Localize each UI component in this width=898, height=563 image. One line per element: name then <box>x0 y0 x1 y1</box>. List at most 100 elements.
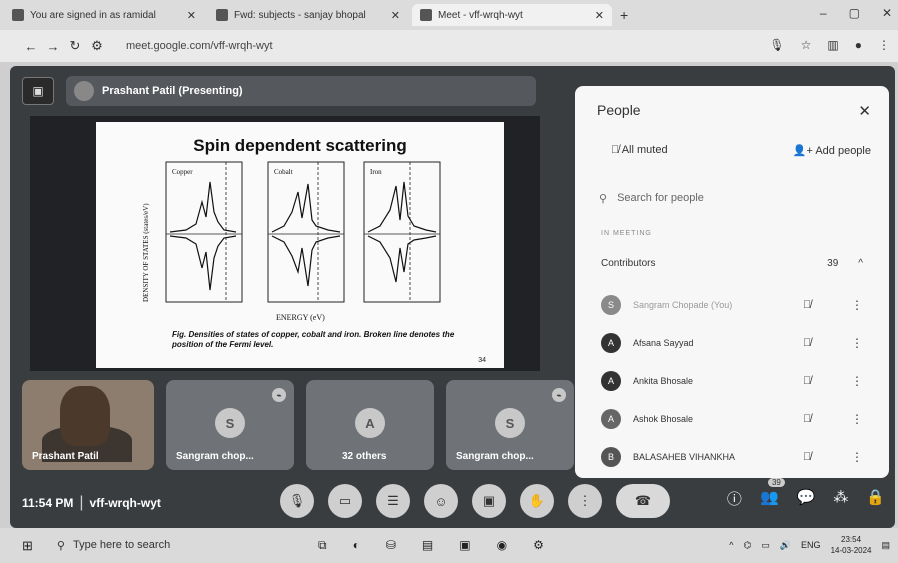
participant-name: BALASAHEB VIHANKHA <box>633 452 736 462</box>
windows-start-icon[interactable]: ⊞ <box>22 538 33 554</box>
reload-icon[interactable]: ↻ <box>64 38 86 54</box>
app-icon[interactable]: ▣ <box>459 538 470 553</box>
meeting-info-icon[interactable]: ⓘ <box>727 488 742 509</box>
close-icon[interactable]: ✕ <box>858 102 871 120</box>
all-muted-label: All muted <box>621 144 668 156</box>
separator: | <box>79 494 84 511</box>
language-indicator[interactable]: ENG <box>801 540 821 550</box>
volume-icon[interactable]: 🔊 <box>780 540 791 551</box>
mic-off-icon[interactable]: 🎙̸ <box>803 337 811 349</box>
raise-hand-icon[interactable]: ✋ <box>520 484 554 518</box>
window-close-icon[interactable]: ✕ <box>882 6 892 20</box>
more-vert-icon[interactable]: ⋮ <box>851 374 863 388</box>
avatar: A <box>601 371 621 391</box>
mic-off-icon[interactable]: 🎙̸ <box>803 451 811 463</box>
all-muted-button[interactable]: 🎙̸ All muted <box>611 144 668 157</box>
list-item[interactable]: A Afsana Sayyad 🎙̸ ⋮ <box>601 324 863 362</box>
side-controls: ⓘ 👥 39 💬 ⁂ 🔒 <box>727 478 885 509</box>
captions-icon[interactable]: ☰ <box>376 484 410 518</box>
chrome-icon[interactable]: ◉ <box>497 538 507 553</box>
host-controls-icon[interactable]: 🔒 <box>866 488 885 509</box>
presenter-strip: ▣ Prashant Patil (Presenting) <box>22 76 536 106</box>
taskbar-search[interactable]: ⚲ Type here to search <box>57 539 170 552</box>
list-item[interactable]: A Ankita Bhosale 🎙̸ ⋮ <box>601 362 863 400</box>
edge-icon[interactable]: ◐ <box>353 538 360 553</box>
list-item[interactable]: B BALASAHEB VIHANKHA 🎙̸ ⋮ <box>601 438 863 476</box>
tile-name: 32 others <box>342 451 387 462</box>
search-input[interactable]: ⚲ Search for people <box>599 192 704 205</box>
browser-tab-1[interactable]: You are signed in as ramidal ✕ <box>4 4 204 26</box>
chat-icon[interactable]: 💬 <box>797 488 816 509</box>
profile-icon[interactable]: ● <box>855 38 862 52</box>
minimize-icon[interactable]: – <box>820 6 827 20</box>
mic-off-icon: 🎙̸ <box>611 144 622 156</box>
more-vert-icon[interactable]: ⋮ <box>851 412 863 426</box>
contributors-header[interactable]: Contributors 39 ^ <box>601 258 863 269</box>
others-tile[interactable]: A 32 others <box>306 380 434 470</box>
more-options-icon[interactable]: ⋮ <box>568 484 602 518</box>
emoji-icon[interactable]: ☺ <box>424 484 458 518</box>
browser-tabbar: You are signed in as ramidal ✕ Fwd: subj… <box>0 0 898 30</box>
tray-chevron-icon[interactable]: ^ <box>729 540 733 550</box>
participant-tile-camera[interactable]: Prashant Patil <box>22 380 154 470</box>
activities-icon[interactable]: ⁂ <box>833 488 848 509</box>
mic-off-icon[interactable]: 🎙̸ <box>803 413 811 425</box>
tab-close-icon[interactable]: ✕ <box>391 9 400 22</box>
list-item[interactable]: A Ashok Bhosale 🎙̸ ⋮ <box>601 400 863 438</box>
tab-close-icon[interactable]: ✕ <box>187 9 196 22</box>
camera-off-icon[interactable]: ▭ <box>328 484 362 518</box>
mic-off-icon[interactable]: 🎙 <box>280 484 314 518</box>
notifications-icon[interactable]: ▤ <box>881 540 890 551</box>
dos-panel-copper <box>165 161 243 303</box>
taskbar-apps: ⧉ ◐ ⛁ ▤ ▣ ◉ ⚙ <box>318 538 544 553</box>
section-heading: IN MEETING <box>601 230 652 237</box>
battery-icon[interactable]: ▭ <box>761 540 770 551</box>
participant-avatar: S <box>495 408 525 438</box>
maximize-icon[interactable]: ▢ <box>849 6 860 20</box>
more-vert-icon[interactable]: ⋮ <box>851 298 863 312</box>
bookmark-star-icon[interactable]: ☆ <box>801 38 812 52</box>
call-controls: 🎙 ▭ ☰ ☺ ▣ ✋ ⋮ ☎ <box>280 484 670 518</box>
browser-tab-2[interactable]: Fwd: subjects - sanjay bhopal ✕ <box>208 4 408 26</box>
sidepanel-icon[interactable]: ▥ <box>827 38 838 52</box>
address-bar: ← → ↻ ⚙ meet.google.com/vff-wrqh-wyt 🎙 ☆… <box>0 30 898 62</box>
panel-label-iron: Iron <box>370 168 382 176</box>
forward-icon[interactable]: → <box>42 39 64 54</box>
file-explorer-icon[interactable]: ▤ <box>422 538 433 553</box>
back-icon[interactable]: ← <box>20 39 42 54</box>
participant-list: S Sangram Chopade (You) 🎙̸ ⋮ A Afsana Sa… <box>601 286 863 476</box>
dos-panel-cobalt <box>267 161 345 303</box>
add-person-icon: 👤+ <box>792 145 816 157</box>
task-view-icon[interactable]: ⧉ <box>318 538 327 553</box>
participant-tile[interactable]: ⌁ S Sangram chop... <box>166 380 294 470</box>
window-controls: – ▢ ✕ <box>820 6 892 20</box>
mic-off-icon[interactable]: 🎙̸ <box>803 299 811 311</box>
new-tab-icon[interactable]: + <box>620 7 628 23</box>
url-field[interactable]: meet.google.com/vff-wrqh-wyt <box>126 40 273 52</box>
site-info-icon[interactable]: ⚙ <box>86 38 108 54</box>
avatar: S <box>601 295 621 315</box>
presenter-chip[interactable]: Prashant Patil (Presenting) <box>66 76 536 106</box>
menu-dots-icon[interactable]: ⋮ <box>878 38 890 52</box>
leave-call-icon[interactable]: ☎ <box>616 484 670 518</box>
more-vert-icon[interactable]: ⋮ <box>851 336 863 350</box>
store-icon[interactable]: ⛁ <box>386 538 396 553</box>
browser-tab-3[interactable]: Meet - vff-wrqh-wyt ✕ <box>412 4 612 26</box>
people-icon[interactable]: 👥 39 <box>760 478 785 509</box>
tab-close-icon[interactable]: ✕ <box>595 9 604 22</box>
mic-off-icon[interactable]: 🎙̸ <box>803 375 811 387</box>
settings-icon[interactable]: ⚙ <box>533 538 544 553</box>
chevron-up-icon[interactable]: ^ <box>858 258 863 269</box>
mic-indicator-icon[interactable]: 🎙 <box>769 38 784 52</box>
clock[interactable]: 23:54 14-03-2024 <box>831 534 872 556</box>
add-people-button[interactable]: 👤+ Add people <box>793 144 871 157</box>
gmail-icon <box>216 9 228 21</box>
presentation-toggle-icon[interactable]: ▣ <box>22 77 54 105</box>
clock-time: 23:54 <box>841 535 862 544</box>
more-vert-icon[interactable]: ⋮ <box>851 450 863 464</box>
participant-tile[interactable]: ⌁ S Sangram chop... <box>446 380 574 470</box>
network-icon[interactable]: ⌬ <box>743 540 751 551</box>
present-screen-icon[interactable]: ▣ <box>472 484 506 518</box>
list-item[interactable]: S Sangram Chopade (You) 🎙̸ ⋮ <box>601 286 863 324</box>
taskbar-search-placeholder: Type here to search <box>72 539 171 551</box>
